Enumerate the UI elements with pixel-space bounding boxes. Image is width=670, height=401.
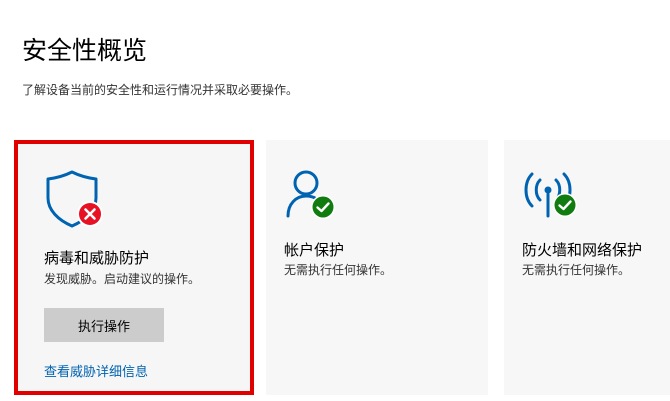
page-subtitle: 了解设备当前的安全性和运行情况并采取必要操作。 [22,83,299,97]
security-overview-page: 安全性概览 了解设备当前的安全性和运行情况并采取必要操作。 病毒和威胁防护 发现… [0,0,670,401]
card-description: 发现威胁。启动建议的操作。 [44,272,201,286]
view-threat-details-link[interactable]: 查看威胁详细信息 [44,364,148,382]
card-description: 无需执行任何操作。 [522,263,631,277]
checkmark-icon [310,194,336,220]
take-action-button[interactable]: 执行操作 [44,308,164,342]
account-protection-card[interactable]: 帐户保护 无需执行任何操作。 [266,140,488,395]
firewall-network-protection-card[interactable]: 防火墙和网络保护 无需执行任何操作。 [504,140,670,395]
page-title: 安全性概览 [22,36,148,65]
card-description: 无需执行任何操作。 [284,263,393,277]
checkmark-icon [552,192,578,218]
virus-threat-protection-card[interactable]: 病毒和威胁防护 发现威胁。启动建议的操作。 执行操作 查看威胁详细信息 [14,140,254,395]
error-x-icon [76,200,104,228]
card-title: 帐户保护 [284,241,345,259]
card-title: 防火墙和网络保护 [522,241,643,259]
card-title: 病毒和威胁防护 [44,249,150,267]
